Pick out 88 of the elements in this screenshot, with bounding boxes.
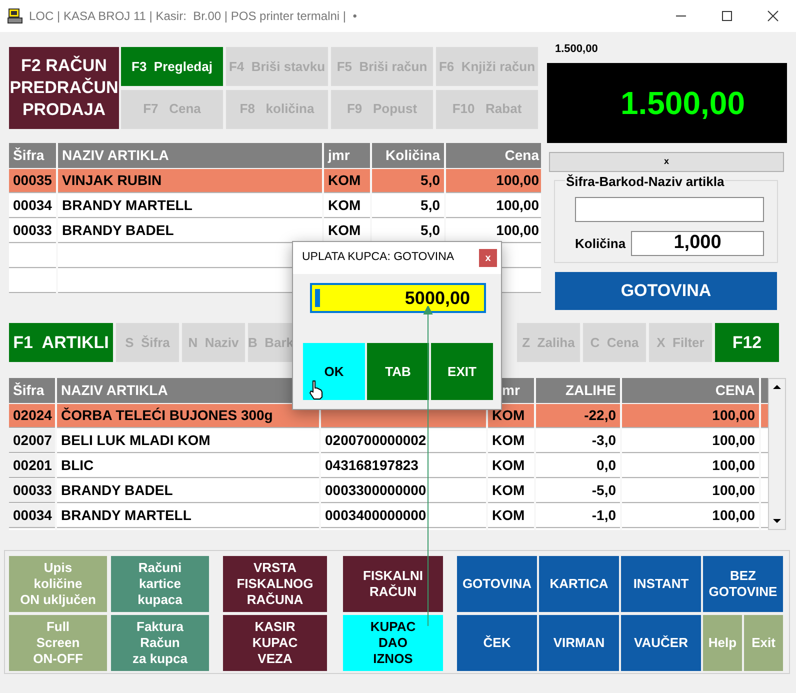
- action-button[interactable]: GOTOVINA: [457, 556, 537, 612]
- table-cell: 100,00: [622, 429, 759, 453]
- action-button[interactable]: Računi kartice kupaca: [111, 556, 209, 612]
- table-cell: 100,00: [622, 454, 759, 478]
- table-cell: KOM: [488, 504, 534, 528]
- hand-cursor-icon: [309, 380, 323, 400]
- action-button[interactable]: VIRMAN: [539, 615, 619, 671]
- table-cell: 00035: [9, 169, 56, 193]
- dialog-title: UPLATA KUPCA: GOTOVINA: [302, 250, 454, 266]
- table-cell: 100,00: [622, 479, 759, 503]
- dialog-button[interactable]: TAB: [367, 343, 429, 400]
- table-cell: KOM: [488, 429, 534, 453]
- article-search-field[interactable]: [575, 197, 764, 222]
- table-cell: 00201: [9, 454, 55, 478]
- table-cell: 100,00: [446, 169, 541, 193]
- table-cell: 00033: [9, 219, 56, 243]
- table-cell: -5,0: [536, 479, 620, 503]
- status-strip: x: [549, 152, 784, 172]
- table-cell: BLIC: [57, 454, 319, 478]
- table-cell: 0003300000000: [321, 479, 486, 503]
- action-button[interactable]: KASIR KUPAC VEZA: [223, 615, 327, 671]
- action-button[interactable]: FISKALNI RAČUN: [343, 556, 443, 612]
- dialog-button[interactable]: EXIT: [431, 343, 493, 400]
- column-header: [761, 378, 768, 403]
- table-cell: 5,0: [372, 194, 444, 218]
- column-header: Količina: [372, 143, 444, 168]
- table-cell: VINJAK RUBIN: [58, 169, 322, 193]
- action-button[interactable]: BEZ GOTOVINE: [703, 556, 783, 612]
- table-cell: 100,00: [622, 504, 759, 528]
- action-button[interactable]: ČEK: [457, 615, 537, 671]
- text-cursor: [315, 289, 320, 307]
- toolbar-button[interactable]: F1 ARTIKLI: [9, 323, 113, 362]
- table-cell: 0200700000002: [321, 429, 486, 453]
- table-cell: 100,00: [622, 404, 759, 428]
- quantity-label: Količina: [575, 234, 627, 253]
- total-caption: 1.500,00: [554, 42, 599, 56]
- table-cell: 02007: [9, 429, 55, 453]
- close-button[interactable]: x: [479, 249, 497, 267]
- table-cell: 00034: [9, 504, 55, 528]
- table-cell: BRANDY MARTELL: [57, 504, 319, 528]
- action-button[interactable]: KUPAC DAO IZNOS: [343, 615, 443, 671]
- column-header: NAZIV ARTIKLA: [58, 143, 322, 168]
- quantity-field[interactable]: 1,000: [631, 231, 764, 256]
- column-header: Šifra: [9, 378, 55, 403]
- table-cell: 00034: [9, 194, 56, 218]
- table-cell: BRANDY BADEL: [57, 479, 319, 503]
- table-cell: -3,0: [536, 429, 620, 453]
- table-cell: KOM: [324, 169, 370, 193]
- total-display: 1.500,00: [547, 63, 787, 143]
- table-cell: KOM: [488, 454, 534, 478]
- function-button[interactable]: F3 Pregledaj: [121, 47, 223, 86]
- dialog-button[interactable]: OK: [303, 343, 365, 400]
- table-cell: KOM: [488, 404, 534, 428]
- column-header: CENA: [622, 378, 759, 403]
- toolbar-button[interactable]: F12: [715, 323, 779, 362]
- table-cell: KOM: [488, 479, 534, 503]
- table-cell: 0,0: [536, 454, 620, 478]
- app-icon: [7, 8, 23, 24]
- column-header: Cena: [446, 143, 541, 168]
- table-cell: 00033: [9, 479, 55, 503]
- action-button[interactable]: VAUČER: [621, 615, 701, 671]
- table-cell: KOM: [324, 219, 370, 243]
- table-cell: ČORBA TELEĆI BUJONES 300g: [57, 404, 319, 428]
- scrollbar[interactable]: [768, 378, 786, 530]
- window-title: LOC | KASA BROJ 11 | Kasir: Br.00 | POS printer termalni | •: [29, 8, 357, 25]
- table-cell: 0003400000000: [321, 504, 486, 528]
- amount-field[interactable]: 5000,00: [310, 283, 486, 313]
- table-cell: 02024: [9, 404, 55, 428]
- action-button[interactable]: KARTICA: [539, 556, 619, 612]
- table-cell: -22,0: [536, 404, 620, 428]
- table-cell: 5,0: [372, 169, 444, 193]
- column-header: Šifra: [9, 143, 56, 168]
- action-button[interactable]: VRSTA FISKALNOG RAČUNA: [223, 556, 327, 612]
- sale-mode-button[interactable]: F2 RAČUN PREDRAČUN PRODAJA: [9, 47, 119, 129]
- table-cell: BELI LUK MLADI KOM: [57, 429, 319, 453]
- action-button[interactable]: INSTANT: [621, 556, 701, 612]
- column-header: ZALIHE: [536, 378, 620, 403]
- action-button[interactable]: Faktura Račun za kupca: [111, 615, 209, 671]
- table-cell: 100,00: [446, 219, 541, 243]
- table-cell: 043168197823: [321, 454, 486, 478]
- table-cell: -1,0: [536, 504, 620, 528]
- cash-payment-button[interactable]: GOTOVINA: [555, 272, 777, 310]
- table-cell: BRANDY MARTELL: [58, 194, 322, 218]
- table-cell: BRANDY BADEL: [58, 219, 322, 243]
- table-cell: KOM: [324, 194, 370, 218]
- table-cell: 5,0: [372, 219, 444, 243]
- table-cell: 100,00: [446, 194, 541, 218]
- column-header: jmr: [324, 143, 370, 168]
